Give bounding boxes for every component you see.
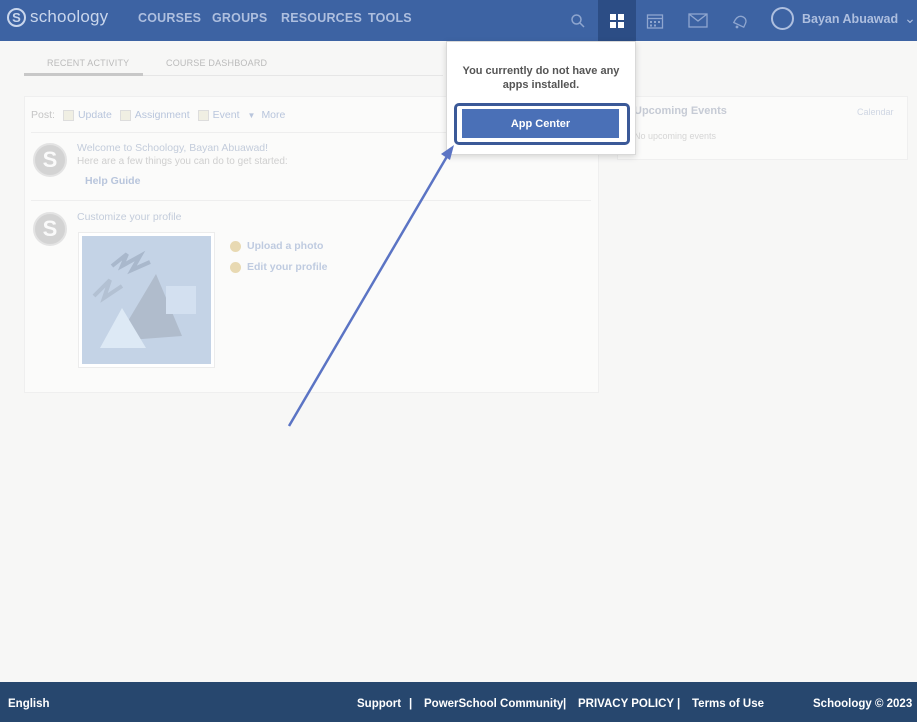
- calendar-icon[interactable]: [636, 0, 674, 41]
- post-label: Post:: [31, 109, 55, 121]
- upload-photo-link[interactable]: Upload a photo: [230, 240, 323, 252]
- post-event-label: Event: [212, 109, 240, 121]
- chevron-down-icon: ⌄: [904, 10, 916, 26]
- pencil-icon: [230, 261, 241, 273]
- search-icon[interactable]: [559, 0, 597, 41]
- footer: English Support | PowerSchool Community …: [0, 682, 917, 722]
- feed-divider: [31, 200, 591, 201]
- nav-courses[interactable]: COURSES: [138, 11, 201, 25]
- user-avatar: [771, 7, 794, 30]
- post-bar: Post: Update Assignment Event ▼ More: [31, 109, 285, 121]
- footer-support-link[interactable]: Support: [357, 698, 401, 710]
- footer-copyright: Schoology © 2023: [813, 698, 913, 710]
- footer-community-link[interactable]: PowerSchool Community: [424, 698, 563, 710]
- post-update-button[interactable]: Update: [62, 109, 112, 121]
- caret-down-icon: ▼: [247, 110, 256, 120]
- user-name: Bayan Abuawad: [802, 11, 899, 26]
- event-icon: [197, 109, 209, 121]
- footer-terms-link[interactable]: Terms of Use: [692, 698, 764, 710]
- post-assignment-button[interactable]: Assignment: [119, 109, 190, 121]
- schoology-logo[interactable]: S schoology: [7, 7, 108, 27]
- post-update-label: Update: [77, 109, 112, 121]
- top-navbar: S schoology COURSES GROUPS RESOURCES TOO…: [0, 0, 917, 41]
- update-icon: [62, 109, 74, 121]
- logo-text: schoology: [30, 7, 109, 26]
- camera-icon: [230, 240, 241, 252]
- footer-language[interactable]: English: [8, 698, 50, 710]
- edit-profile-label: Edit your profile: [247, 261, 328, 273]
- footer-separator: |: [563, 698, 567, 710]
- nav-resources[interactable]: RESOURCES: [281, 11, 362, 25]
- notifications-icon[interactable]: [721, 0, 759, 41]
- welcome-subtitle: Here are a few things you can do to get …: [77, 156, 288, 167]
- assignment-icon: [119, 109, 131, 121]
- profile-placeholder-image: [78, 232, 215, 368]
- schoology-avatar: S: [33, 212, 67, 246]
- help-guide-link[interactable]: Help Guide: [85, 175, 140, 187]
- schoology-avatar: S: [33, 143, 67, 177]
- footer-separator: |: [677, 698, 681, 710]
- calendar-link[interactable]: Calendar: [857, 107, 894, 117]
- post-more-button[interactable]: ▼ More: [248, 109, 286, 121]
- user-menu[interactable]: Bayan Abuawad ⌄: [771, 7, 916, 30]
- welcome-title: Welcome to Schoology, Bayan Abuawad!: [77, 142, 269, 154]
- logo-mark: S: [7, 7, 26, 27]
- upload-photo-label: Upload a photo: [247, 240, 324, 252]
- upcoming-events-title: Upcoming Events: [634, 105, 727, 117]
- tab-course-dashboard[interactable]: COURSE DASHBOARD: [166, 58, 267, 68]
- tab-recent-activity[interactable]: RECENT ACTIVITY: [47, 58, 129, 68]
- apps-grid-icon[interactable]: [598, 0, 636, 41]
- mail-icon[interactable]: [679, 0, 717, 41]
- customize-title: Customize your profile: [77, 211, 182, 223]
- nav-tools[interactable]: TOOLS: [368, 11, 412, 25]
- footer-separator: |: [409, 698, 413, 710]
- active-tab-indicator: [24, 73, 143, 76]
- footer-privacy-link[interactable]: PRIVACY POLICY: [578, 698, 674, 710]
- no-apps-message: You currently do not have any apps insta…: [462, 65, 620, 91]
- edit-profile-link[interactable]: Edit your profile: [230, 261, 328, 273]
- no-events-text: No upcoming events: [634, 131, 717, 141]
- post-assignment-label: Assignment: [134, 109, 190, 121]
- tab-divider: [143, 75, 443, 76]
- post-event-button[interactable]: Event: [197, 109, 240, 121]
- app-center-button[interactable]: App Center: [462, 109, 619, 138]
- nav-groups[interactable]: GROUPS: [212, 11, 267, 25]
- post-more-label: More: [261, 109, 286, 121]
